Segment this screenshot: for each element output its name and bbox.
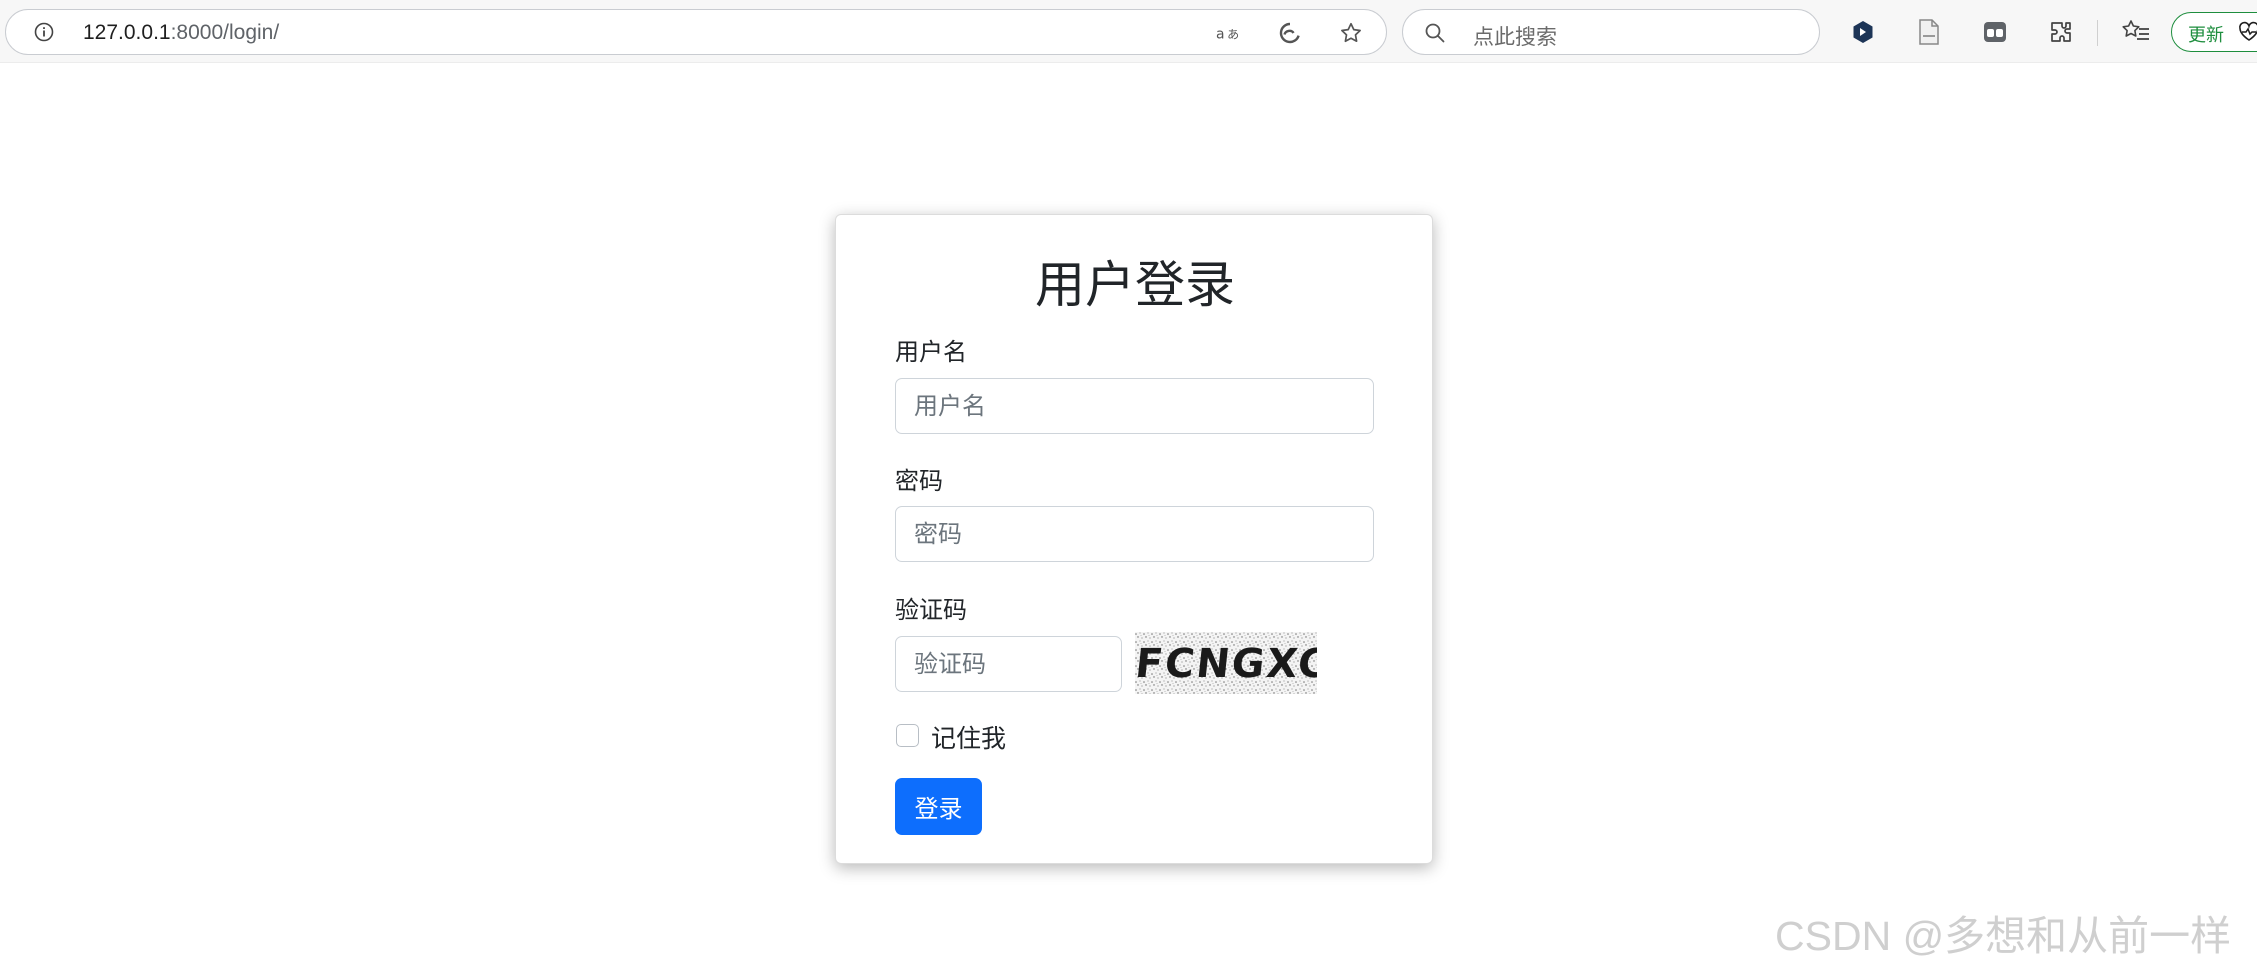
svg-text:a: a	[1216, 27, 1225, 43]
favorites-list-icon[interactable]	[2121, 17, 2151, 47]
info-icon[interactable]	[34, 22, 54, 42]
username-label: 用户名	[895, 338, 967, 366]
search-box[interactable]: 点此搜索	[1402, 9, 1820, 55]
captcha-text: FCNGXC	[1135, 641, 1317, 687]
captcha-image[interactable]: FCNGXC	[1135, 632, 1317, 694]
password-input[interactable]	[895, 506, 1374, 562]
remember-label[interactable]: 记住我	[931, 719, 1006, 755]
favorite-star-icon[interactable]	[1338, 20, 1364, 46]
address-bar[interactable]: 127.0.0.1:8000/login/ a あ	[5, 9, 1387, 55]
watermark: CSDN @多想和从前一样	[1775, 913, 2232, 959]
svg-text:あ: あ	[1227, 28, 1239, 42]
password-label: 密码	[895, 467, 943, 495]
login-button[interactable]: 登录	[895, 778, 982, 835]
page-title: 用户登录	[1035, 256, 1235, 314]
document-icon[interactable]	[1914, 17, 1944, 47]
remember-checkbox[interactable]	[896, 724, 919, 747]
extension-hex-icon[interactable]	[1848, 17, 1878, 47]
url-host: 127.0.0.1	[83, 21, 171, 44]
workspace-icon[interactable]	[1980, 17, 2010, 47]
edge-refresh-icon[interactable]	[1277, 20, 1303, 46]
browser-toolbar: 127.0.0.1:8000/login/ a あ 点此搜索 更新	[0, 0, 2257, 63]
read-aloud-icon[interactable]: a あ	[1216, 20, 1242, 46]
login-card: 用户登录 用户名 密码 验证码 FCNGXC 记住我 登录	[835, 214, 1433, 864]
puzzle-icon[interactable]	[2046, 17, 2076, 47]
heart-pulse-icon	[2239, 21, 2257, 41]
update-label: 更新	[2188, 25, 2224, 46]
search-icon	[1425, 23, 1445, 43]
url-path: :8000/login/	[170, 21, 280, 44]
captcha-label: 验证码	[895, 596, 967, 624]
captcha-input[interactable]	[895, 636, 1122, 692]
search-placeholder: 点此搜索	[1473, 25, 1557, 49]
toolbar-separator	[2097, 20, 2098, 46]
username-input[interactable]	[895, 378, 1374, 434]
update-button[interactable]: 更新	[2171, 12, 2257, 52]
url-text[interactable]: 127.0.0.1:8000/login/	[83, 21, 279, 45]
